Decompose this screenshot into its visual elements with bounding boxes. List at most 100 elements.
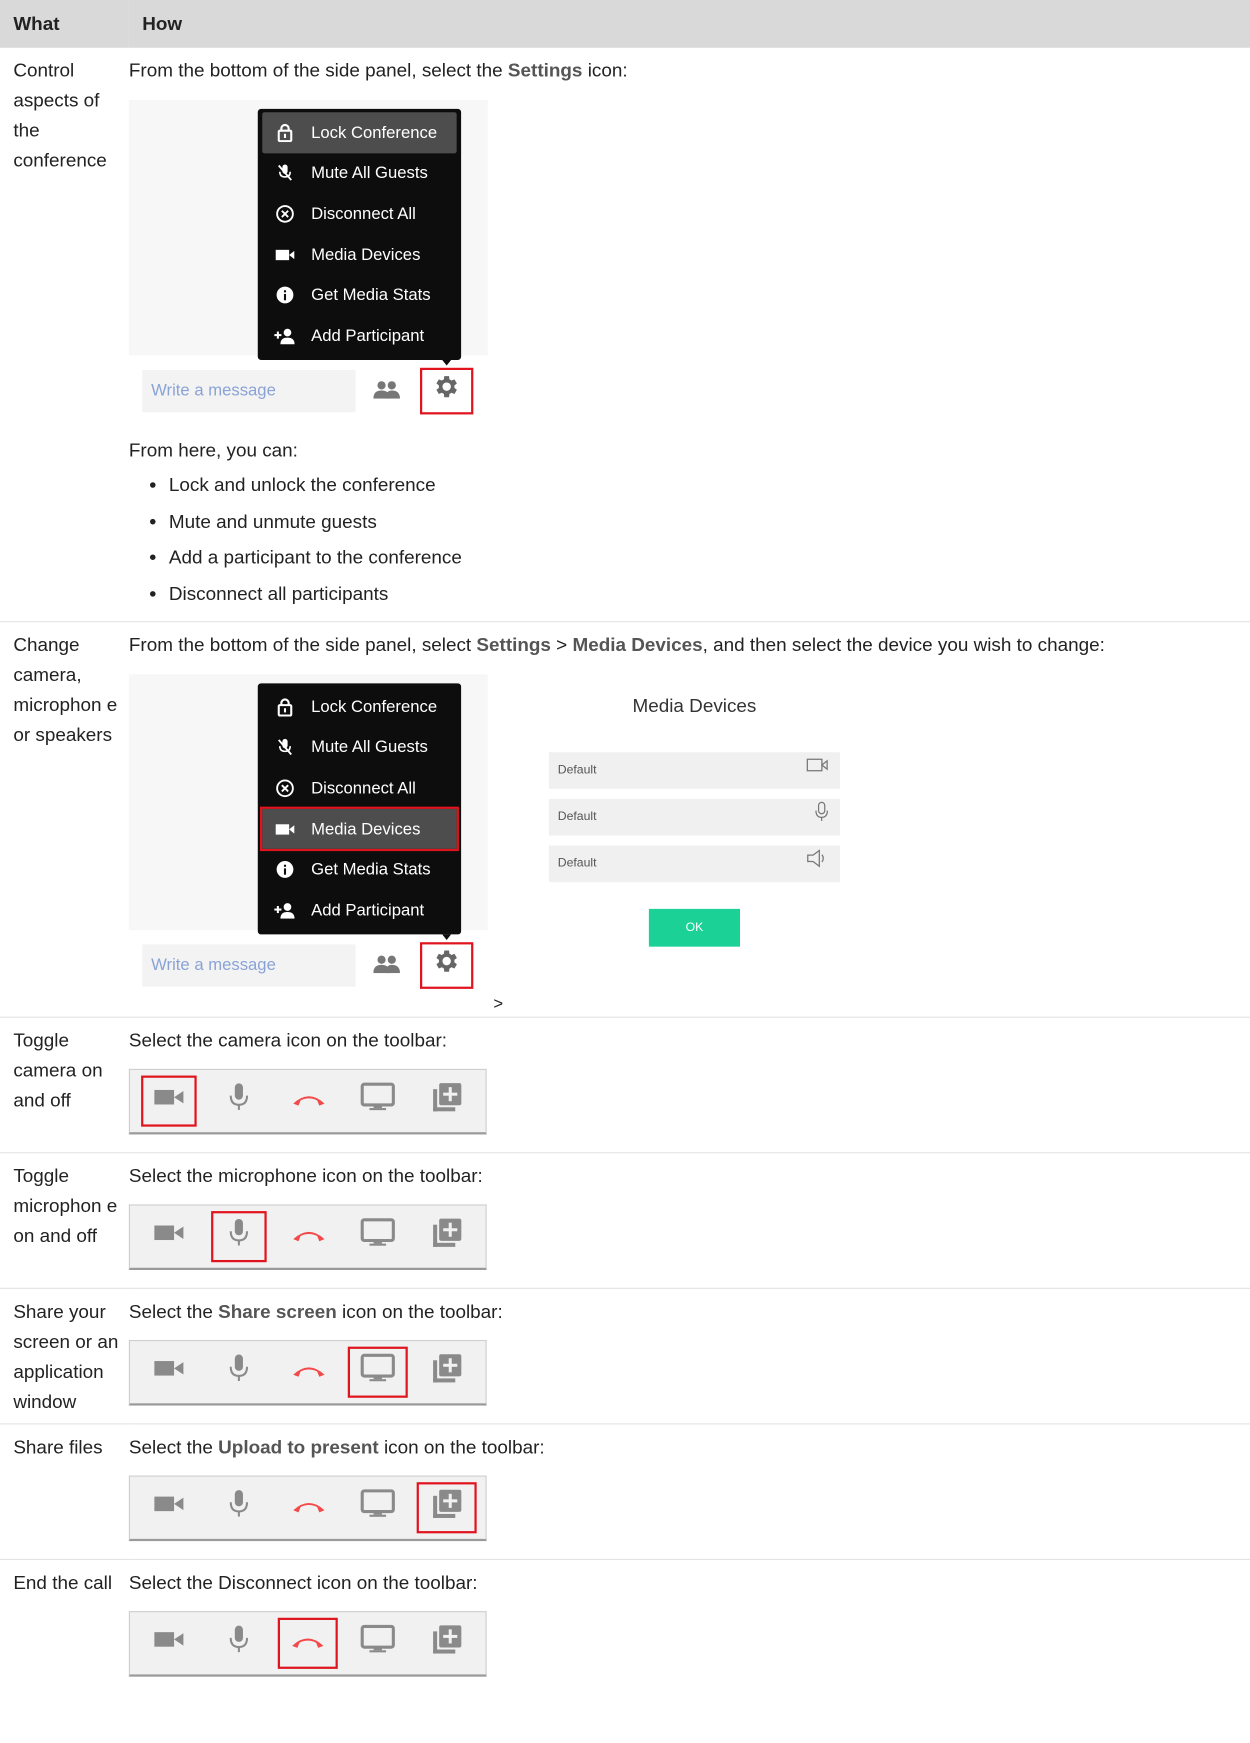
upload-icon bbox=[431, 1216, 463, 1257]
menu-item-media-devices[interactable]: Media Devices bbox=[259, 806, 459, 852]
hang-up-button[interactable] bbox=[281, 1482, 337, 1533]
lock-icon bbox=[273, 698, 295, 717]
microphone-button[interactable] bbox=[211, 1347, 267, 1398]
row-how-share-screen: Select the Share screen icon on the tool… bbox=[128, 1288, 1250, 1425]
menu-item-mute-all-guests[interactable]: Mute All Guests bbox=[262, 153, 456, 194]
microphone-select[interactable]: Default bbox=[548, 798, 840, 836]
hang-up-icon bbox=[290, 1086, 328, 1116]
speaker-select[interactable]: Default bbox=[548, 845, 840, 883]
media-devices-dialog: Media Devices Default Default Default OK bbox=[548, 691, 840, 1001]
row-how-control: From the bottom of the side panel, selec… bbox=[128, 47, 1250, 623]
instruction-text-part: > bbox=[550, 634, 573, 656]
instruction-text-part: , and then select the device you wish to… bbox=[702, 634, 1105, 656]
menu-item-get-media-stats[interactable]: Get Media Stats bbox=[262, 275, 456, 316]
message-input[interactable]: Write a message bbox=[142, 369, 356, 413]
instruction-text: Select the Share screen icon on the tool… bbox=[129, 1297, 1250, 1327]
share-screen-icon bbox=[360, 1217, 396, 1257]
microphone-button[interactable] bbox=[211, 1482, 267, 1533]
hang-up-button[interactable] bbox=[277, 1617, 338, 1669]
share-screen-button[interactable] bbox=[350, 1482, 406, 1533]
row-what-camera: Toggle camera on and off bbox=[0, 1017, 129, 1154]
instruction-text: Select the microphone icon on the toolba… bbox=[128, 1165, 483, 1187]
share-screen-icon bbox=[360, 1081, 396, 1121]
participants-icon[interactable] bbox=[373, 952, 400, 982]
video-camera-icon bbox=[273, 822, 295, 836]
instruction-text-part: From the bottom of the side panel, selec… bbox=[128, 59, 508, 82]
hang-up-button[interactable] bbox=[281, 1347, 337, 1398]
instruction-text: From the bottom of the side panel, selec… bbox=[129, 630, 1250, 660]
settings-button[interactable] bbox=[419, 942, 474, 989]
share-screen-button[interactable] bbox=[350, 1618, 406, 1669]
menu-item-label: Get Media Stats bbox=[311, 285, 431, 305]
settings-term: Settings bbox=[507, 59, 583, 82]
microphone-button[interactable] bbox=[211, 1076, 267, 1127]
camera-button[interactable] bbox=[141, 1075, 197, 1127]
microphone-button[interactable] bbox=[211, 1211, 267, 1263]
menu-item-add-participant[interactable]: Add Participant bbox=[262, 890, 456, 931]
instruction-text-part: From the bottom of the side panel, selec… bbox=[128, 634, 477, 656]
message-input[interactable]: Write a message bbox=[142, 944, 356, 987]
microphone-button[interactable] bbox=[211, 1618, 267, 1669]
instruction-text: Select the Upload to present icon on the… bbox=[129, 1432, 1250, 1462]
media-devices-screenshots: Lock Conference Mute All Guests Disconne… bbox=[128, 660, 1250, 1013]
instruction-text-part: icon on the toolbar: bbox=[378, 1436, 545, 1458]
menu-item-disconnect-all[interactable]: Disconnect All bbox=[262, 194, 456, 235]
menu-item-media-devices[interactable]: Media Devices bbox=[262, 234, 456, 275]
table-row: Toggle microphon e on and off Select the… bbox=[0, 1152, 1250, 1289]
camera-button[interactable] bbox=[141, 1482, 197, 1533]
hang-up-icon bbox=[290, 1222, 328, 1252]
menu-item-get-media-stats[interactable]: Get Media Stats bbox=[262, 849, 456, 890]
instruction-text: From the bottom of the side panel, selec… bbox=[129, 56, 1250, 86]
instructions-table: What How Control aspects of the conferen… bbox=[0, 0, 1250, 1679]
menu-item-mute-all-guests[interactable]: Mute All Guests bbox=[262, 727, 456, 768]
upload-button[interactable] bbox=[419, 1347, 475, 1398]
list-item: Add a participant to the conference bbox=[169, 540, 1250, 576]
ok-button[interactable]: OK bbox=[648, 908, 740, 947]
table-row: Share your screen or an application wind… bbox=[0, 1288, 1250, 1425]
camera-button[interactable] bbox=[141, 1211, 197, 1262]
upload-button[interactable] bbox=[419, 1076, 475, 1127]
arrow-text: > bbox=[493, 994, 504, 1014]
instruction-text: Select the camera icon on the toolbar: bbox=[128, 1029, 448, 1052]
upload-button[interactable] bbox=[416, 1482, 477, 1534]
upload-button[interactable] bbox=[419, 1211, 475, 1262]
camera-select[interactable]: Default bbox=[548, 752, 840, 789]
menu-item-disconnect-all[interactable]: Disconnect All bbox=[262, 768, 456, 809]
instruction-text: Select the Disconnect icon on the toolba… bbox=[128, 1572, 478, 1594]
share-screen-button[interactable] bbox=[350, 1211, 406, 1262]
menu-item-label: Mute All Guests bbox=[311, 738, 428, 758]
menu-item-label: Add Participant bbox=[311, 900, 425, 920]
upload-button[interactable] bbox=[419, 1618, 475, 1669]
menu-item-label: Mute All Guests bbox=[311, 163, 428, 183]
menu-item-label: Get Media Stats bbox=[311, 860, 431, 880]
settings-button[interactable] bbox=[419, 367, 474, 415]
camera-icon bbox=[153, 1628, 184, 1658]
row-how-end-call: Select the Disconnect icon on the toolba… bbox=[128, 1559, 1250, 1678]
camera-button[interactable] bbox=[141, 1618, 197, 1669]
hang-up-button[interactable] bbox=[281, 1211, 337, 1262]
participants-icon[interactable] bbox=[373, 378, 400, 408]
settings-screenshot: Lock Conference Mute All Guests Disconne… bbox=[128, 674, 503, 1013]
menu-item-add-participant[interactable]: Add Participant bbox=[262, 316, 456, 357]
microphone-icon bbox=[227, 1081, 251, 1121]
table-row: Control aspects of the conference From t… bbox=[0, 47, 1250, 623]
circle-x-icon bbox=[273, 204, 295, 223]
camera-button[interactable] bbox=[141, 1347, 197, 1398]
menu-item-lock-conference[interactable]: Lock Conference bbox=[262, 687, 456, 728]
info-icon bbox=[273, 860, 295, 879]
call-toolbar bbox=[128, 1068, 487, 1135]
camera-icon bbox=[153, 1222, 184, 1252]
row-what-devices: Change camera, microphon e or speakers bbox=[0, 621, 129, 1018]
instruction-text-part: Select the bbox=[128, 1436, 219, 1458]
call-toolbar bbox=[128, 1475, 487, 1542]
share-screen-button[interactable] bbox=[350, 1076, 406, 1127]
upload-icon bbox=[431, 1487, 463, 1528]
upload-icon bbox=[431, 1081, 463, 1122]
camera-icon bbox=[153, 1493, 184, 1523]
dialog-title: Media Devices bbox=[632, 695, 757, 717]
share-screen-button[interactable] bbox=[347, 1346, 408, 1398]
instruction-text-part: icon: bbox=[582, 59, 628, 82]
menu-item-lock-conference[interactable]: Lock Conference bbox=[262, 112, 457, 153]
video-camera-icon bbox=[273, 247, 295, 261]
hang-up-button[interactable] bbox=[281, 1076, 337, 1127]
